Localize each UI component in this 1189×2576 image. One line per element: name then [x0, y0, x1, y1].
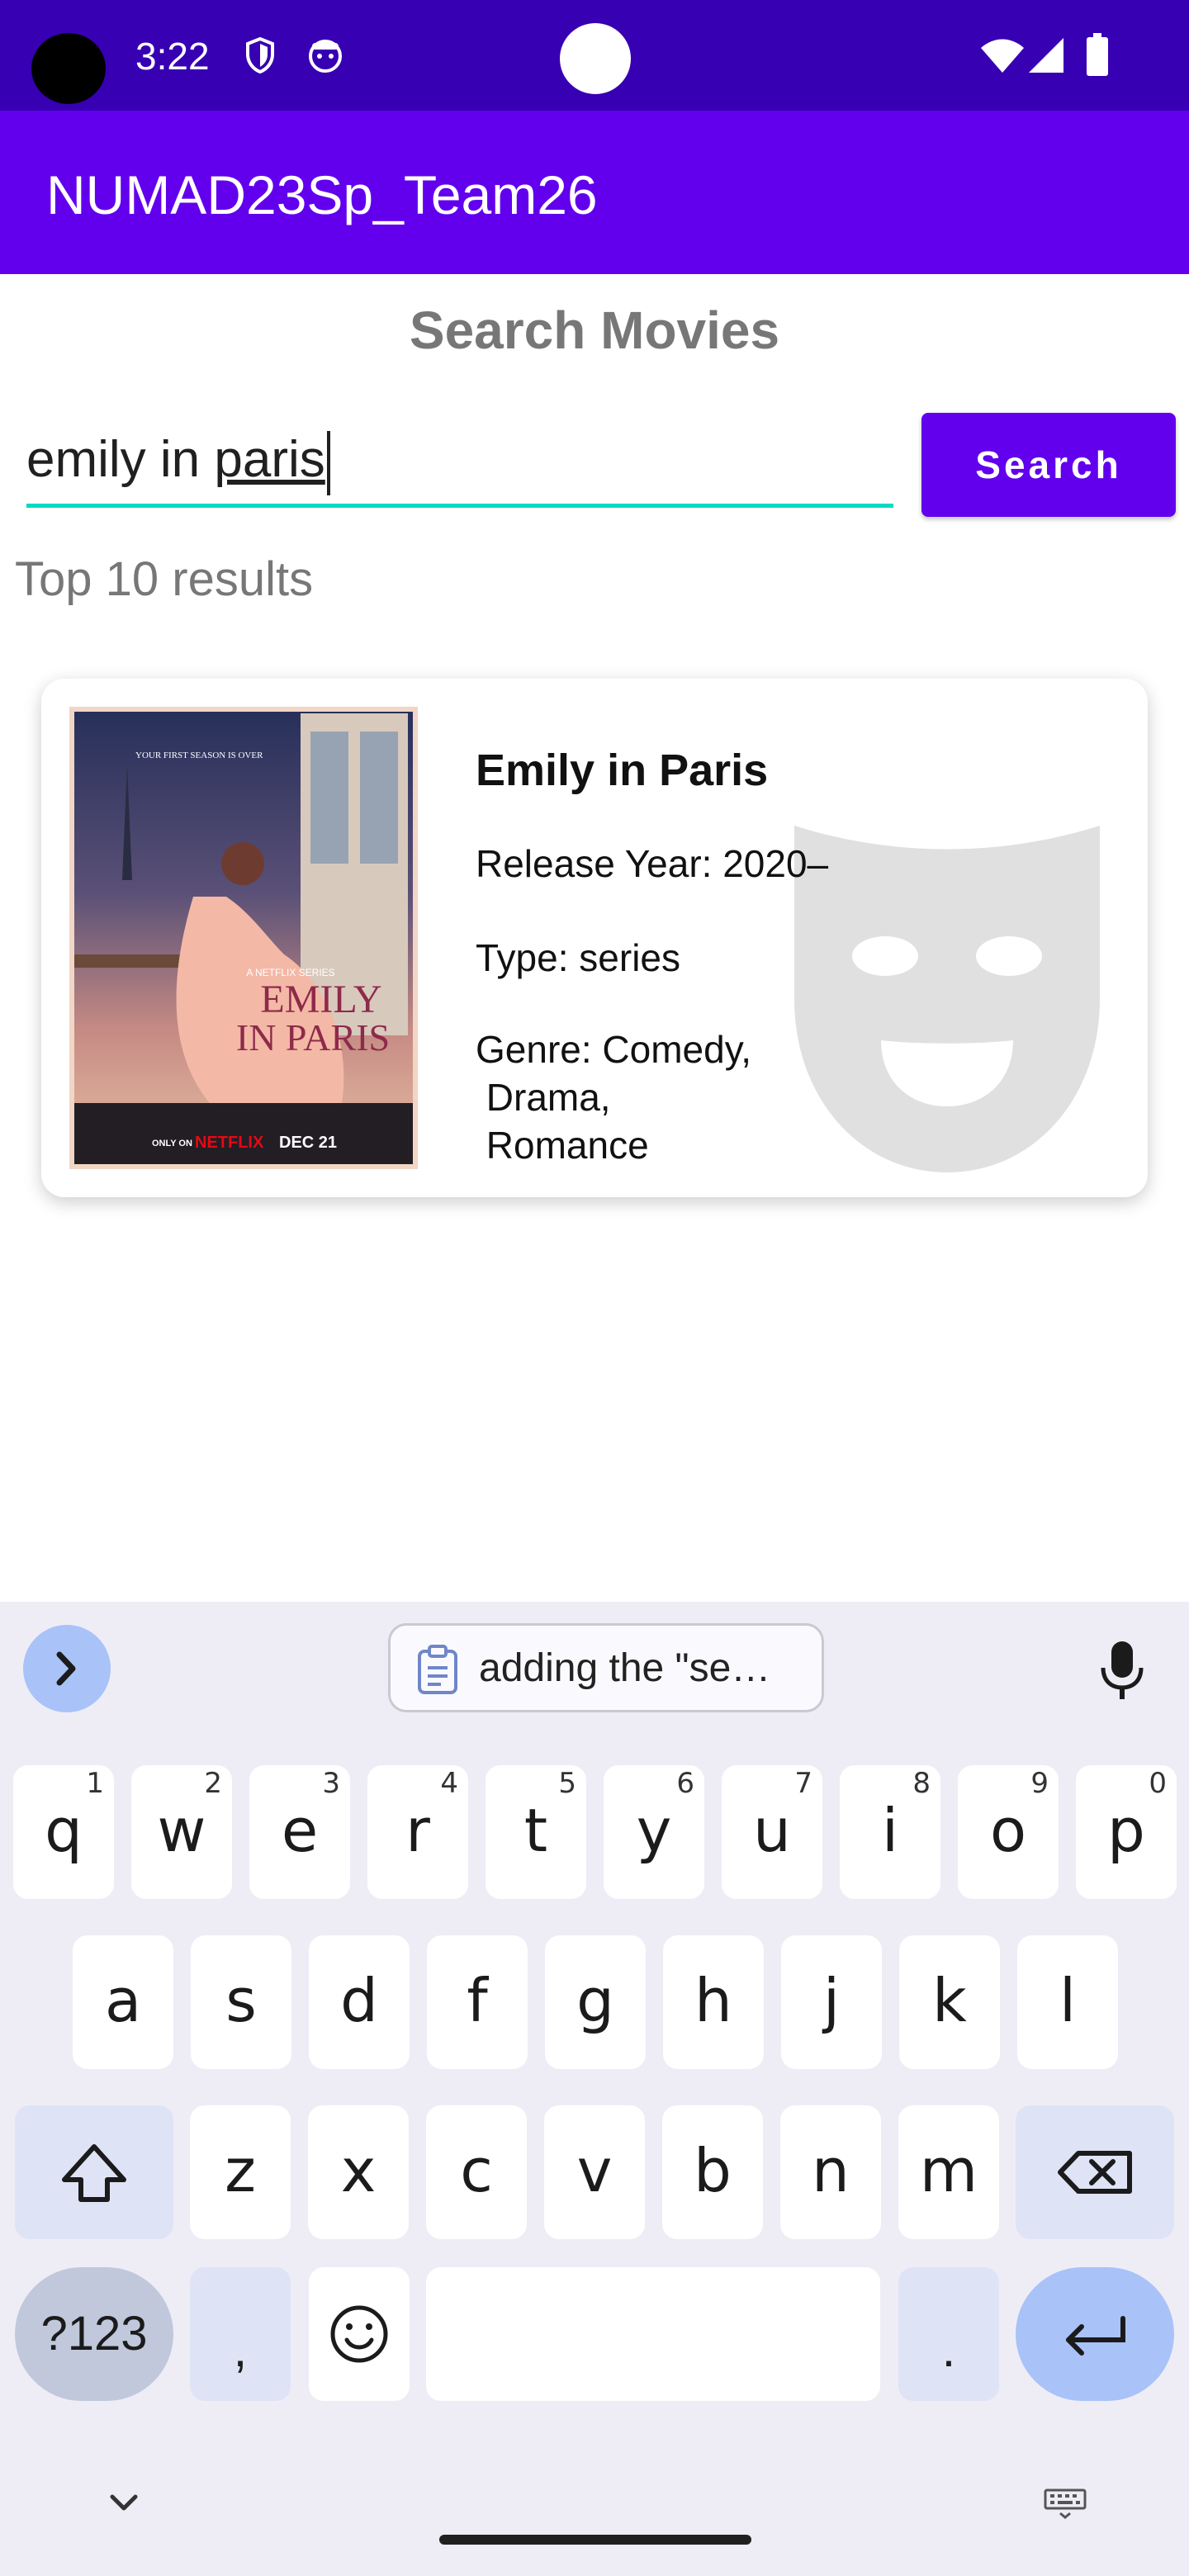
app-title: NUMAD23Sp_Team26: [46, 164, 598, 225]
poster-title-line1: EMILY: [260, 978, 381, 1021]
poster-footer-date: DEC 21: [279, 1134, 337, 1152]
key-label: e: [281, 1796, 319, 1865]
key-number-hint: 2: [204, 1767, 222, 1800]
shift-icon: [62, 2144, 126, 2202]
key-k[interactable]: k: [899, 1935, 1000, 2069]
shield-icon: [246, 36, 274, 74]
key-f[interactable]: f: [427, 1935, 528, 2069]
comedy-mask-icon: [794, 826, 1100, 1172]
key-label: w: [157, 1796, 206, 1865]
key-g[interactable]: g: [545, 1935, 646, 2069]
keyboard-switch-icon[interactable]: [1042, 2487, 1088, 2520]
emoji-icon: [330, 2305, 388, 2363]
soft-keyboard: [0, 1602, 1189, 2576]
page-title: Search Movies: [409, 301, 780, 360]
key-label: y: [636, 1796, 672, 1865]
key-i[interactable]: i8: [840, 1765, 940, 1899]
key-a[interactable]: a: [73, 1935, 173, 2069]
clipboard-icon: [418, 1645, 457, 1694]
key-label: o: [989, 1796, 1027, 1865]
search-text-composing: paris: [214, 431, 325, 488]
poster-footer-only: ONLY ON: [152, 1139, 192, 1148]
key-o[interactable]: o9: [958, 1765, 1059, 1899]
comma-key[interactable]: ,: [190, 2267, 291, 2401]
key-number-hint: 8: [912, 1767, 931, 1800]
search-input-value[interactable]: emily in paris: [26, 423, 330, 497]
key-number-hint: 6: [676, 1767, 694, 1800]
movie-release-year: Release Year: 2020–: [476, 842, 829, 885]
keyboard-hide-icon[interactable]: [102, 2487, 145, 2520]
front-camera: [560, 23, 631, 94]
key-x[interactable]: x: [308, 2105, 409, 2239]
key-label: p: [1107, 1796, 1145, 1865]
poster-title-line2: IN PARIS: [236, 1016, 390, 1058]
android-face-icon: [309, 40, 342, 73]
chevron-right-icon: [56, 1651, 76, 1686]
gesture-nav-handle[interactable]: [439, 2535, 751, 2545]
emoji-key[interactable]: [309, 2267, 410, 2401]
key-number-hint: 7: [794, 1767, 812, 1800]
key-w[interactable]: w2: [131, 1765, 232, 1899]
key-y[interactable]: y6: [604, 1765, 704, 1899]
key-j[interactable]: j: [781, 1935, 882, 2069]
microphone-icon[interactable]: [1100, 1640, 1144, 1701]
key-e[interactable]: e3: [249, 1765, 350, 1899]
period-key[interactable]: .: [898, 2267, 999, 2401]
status-time: 3:22: [135, 35, 210, 78]
camera-cutout: [31, 33, 106, 104]
key-t[interactable]: t5: [486, 1765, 586, 1899]
key-b[interactable]: b: [662, 2105, 763, 2239]
key-label: i: [881, 1796, 898, 1865]
key-p[interactable]: p0: [1076, 1765, 1177, 1899]
poster-tagline: YOUR FIRST SEASON IS OVER: [135, 751, 263, 760]
key-q[interactable]: q1: [13, 1765, 114, 1899]
key-h[interactable]: h: [663, 1935, 764, 2069]
key-label: r: [405, 1796, 430, 1865]
backspace-key[interactable]: [1016, 2105, 1174, 2239]
results-count-label: Top 10 results: [15, 552, 314, 606]
text-caret: [326, 430, 330, 495]
key-u[interactable]: u7: [722, 1765, 822, 1899]
key-d[interactable]: d: [309, 1935, 410, 2069]
key-number-hint: 1: [86, 1767, 104, 1800]
enter-icon: [1066, 2316, 1125, 2356]
key-label: q: [45, 1796, 83, 1865]
search-button[interactable]: Search: [921, 413, 1176, 517]
movie-type: Type: series: [476, 936, 680, 979]
keyboard-toolbar-expand-button[interactable]: [23, 1625, 111, 1712]
key-number-hint: 5: [558, 1767, 576, 1800]
key-number-hint: 4: [440, 1767, 458, 1800]
key-label: u: [753, 1796, 791, 1865]
cell-signal-icon: [1029, 38, 1063, 73]
key-number-hint: 0: [1149, 1767, 1167, 1800]
shift-key[interactable]: [15, 2105, 173, 2239]
key-number-hint: 9: [1030, 1767, 1049, 1800]
key-n[interactable]: n: [780, 2105, 881, 2239]
key-c[interactable]: c: [426, 2105, 527, 2239]
space-key[interactable]: [426, 2267, 880, 2401]
backspace-icon: [1058, 2151, 1132, 2194]
key-number-hint: 3: [322, 1767, 340, 1800]
key-s[interactable]: s: [191, 1935, 291, 2069]
battery-icon: [1087, 33, 1108, 76]
movie-genre: Genre: Comedy, Drama, Romance: [476, 1028, 752, 1167]
key-label: t: [523, 1796, 548, 1865]
search-text-plain: emily in: [26, 431, 215, 488]
clipboard-suggestion-text: adding the "se…: [479, 1646, 771, 1690]
enter-key[interactable]: [1016, 2267, 1174, 2401]
key-v[interactable]: v: [544, 2105, 645, 2239]
movie-poster: YOUR FIRST SEASON IS OVER A NETFLIX SERI…: [69, 707, 418, 1169]
symbols-key[interactable]: ?123: [15, 2267, 173, 2401]
key-l[interactable]: l: [1017, 1935, 1118, 2069]
key-m[interactable]: m: [898, 2105, 999, 2239]
wifi-icon: [981, 39, 1024, 73]
key-r[interactable]: r4: [367, 1765, 468, 1899]
movie-title: Emily in Paris: [476, 746, 769, 795]
key-z[interactable]: z: [190, 2105, 291, 2239]
poster-footer-brand: NETFLIX: [195, 1134, 264, 1152]
poster-series-label: A NETFLIX SERIES: [246, 967, 334, 978]
